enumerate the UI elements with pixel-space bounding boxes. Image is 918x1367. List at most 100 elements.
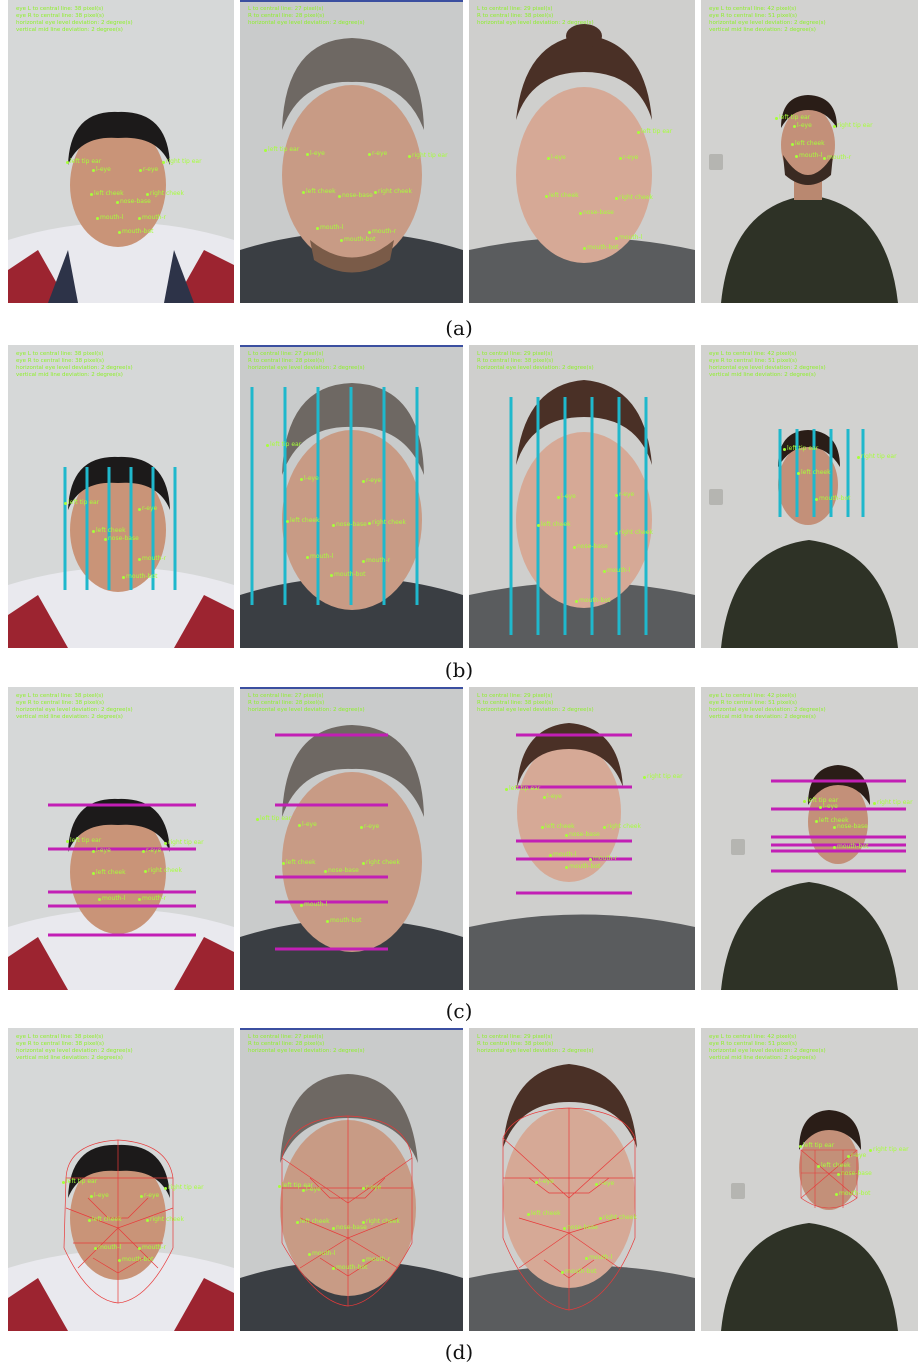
landmark-label: mouth-r xyxy=(372,228,397,235)
measurement-overlay: L to central line: 27 pixel(s) R to cent… xyxy=(248,6,365,26)
landmark-dot xyxy=(615,532,618,535)
landmark-dot xyxy=(92,872,95,875)
landmark-dot xyxy=(90,193,93,196)
landmark-label: left cheek xyxy=(94,190,124,197)
landmark-label: r-eye xyxy=(366,477,382,484)
landmark-dot xyxy=(563,1227,566,1230)
landmark-dot xyxy=(146,1219,149,1222)
landmark-dot xyxy=(799,1145,802,1148)
landmark-dot xyxy=(579,212,582,215)
caption-d: (d) xyxy=(444,1340,474,1364)
photo-panel-b1: eye L to central line: 38 pixel(s) eye R… xyxy=(8,345,234,648)
landmark-dot xyxy=(116,201,119,204)
landmark-dot xyxy=(164,1187,167,1190)
landmark-label: left cheek xyxy=(306,188,336,195)
landmark-label: left cheek xyxy=(541,521,571,528)
landmark-label: mouth-bot xyxy=(344,236,376,243)
landmark-label: l-eye xyxy=(304,475,319,482)
measurement-overlay: eye L to central line: 38 pixel(s) eye R… xyxy=(16,6,133,33)
landmark-label: mouth-bot xyxy=(122,228,154,235)
landmark-label: mouth-r xyxy=(366,557,391,564)
landmark-dot xyxy=(589,858,592,861)
landmark-label: left tip ear xyxy=(509,785,541,792)
landmark-dot xyxy=(332,1227,335,1230)
measurement-overlay: L to central line: 29 pixel(s) R to cent… xyxy=(477,351,594,371)
face-photo xyxy=(240,1028,463,1331)
photo-panel-a3: L to central line: 29 pixel(s) R to cent… xyxy=(469,0,695,303)
landmark-label: left tip ear xyxy=(779,114,811,121)
photo-panel-c4: eye L to central line: 42 pixel(s) eye R… xyxy=(701,687,918,990)
landmark-dot xyxy=(164,842,167,845)
landmark-label: left tip ear xyxy=(268,146,300,153)
measurement-overlay: L to central line: 29 pixel(s) R to cent… xyxy=(477,6,594,26)
landmark-dot xyxy=(62,1181,65,1184)
landmark-dot xyxy=(575,600,578,603)
landmark-dot xyxy=(527,1213,530,1216)
landmark-dot xyxy=(340,239,343,242)
landmark-label: l-eye xyxy=(94,1192,109,1199)
photo-panel-d2: L to central line: 27 pixel(s) R to cent… xyxy=(240,1028,463,1331)
landmark-dot xyxy=(362,560,365,563)
landmark-dot xyxy=(815,498,818,501)
landmark-label: l-eye xyxy=(302,821,317,828)
landmark-dot xyxy=(833,846,836,849)
landmark-dot xyxy=(873,802,876,805)
photo-panel-b2: L to central line: 27 pixel(s) R to cent… xyxy=(240,345,463,648)
landmark-label: right cheek xyxy=(619,529,653,536)
landmark-label: nose-base xyxy=(837,823,868,830)
landmark-label: right tip ear xyxy=(168,1184,204,1191)
photo-panel-a1: eye L to central line: 38 pixel(s) eye R… xyxy=(8,0,234,303)
landmark-dot xyxy=(138,1247,141,1250)
landmark-label: nose-base xyxy=(577,543,608,550)
landmark-dot xyxy=(368,522,371,525)
landmark-label: right tip ear xyxy=(647,773,683,780)
landmark-label: r-eye xyxy=(372,150,388,157)
landmark-label: left tip ear xyxy=(70,837,102,844)
face-photo xyxy=(469,687,695,990)
landmark-label: mouth-r xyxy=(142,555,167,562)
landmark-dot xyxy=(619,157,622,160)
landmark-label: l-eye xyxy=(96,166,111,173)
landmark-label: mouth-bot xyxy=(569,863,601,870)
landmark-label: l-eye xyxy=(96,847,111,854)
landmark-dot xyxy=(362,480,365,483)
caption-c: (c) xyxy=(445,999,473,1023)
landmark-dot xyxy=(837,1173,840,1176)
photo-panel-a2: L to central line: 27 pixel(s) R to cent… xyxy=(240,0,463,303)
landmark-label: l-eye xyxy=(823,803,838,810)
landmark-dot xyxy=(296,1221,299,1224)
landmark-label: mouth-l xyxy=(304,901,328,908)
landmark-dot xyxy=(306,153,309,156)
landmark-label: left cheek xyxy=(795,140,825,147)
landmark-label: r-eye xyxy=(146,847,162,854)
landmark-label: left cheek xyxy=(300,1218,330,1225)
landmark-dot xyxy=(599,1217,602,1220)
landmark-dot xyxy=(282,862,285,865)
landmark-label: left cheek xyxy=(92,1216,122,1223)
landmark-dot xyxy=(142,850,145,853)
landmark-dot xyxy=(869,1149,872,1152)
landmark-dot xyxy=(256,818,259,821)
landmark-dot xyxy=(286,520,289,523)
landmark-dot xyxy=(615,237,618,240)
photo-panel-c2: L to central line: 27 pixel(s) R to cent… xyxy=(240,687,463,990)
landmark-label: l-eye xyxy=(539,1178,554,1185)
landmark-dot xyxy=(66,161,69,164)
landmark-dot xyxy=(803,800,806,803)
landmark-label: l-eye xyxy=(561,493,576,500)
landmark-label: right tip ear xyxy=(168,839,204,846)
face-photo xyxy=(701,345,918,648)
landmark-label: nose-base xyxy=(569,831,600,838)
landmark-dot xyxy=(144,870,147,873)
landmark-dot xyxy=(637,131,640,134)
landmark-label: left tip ear xyxy=(787,445,819,452)
landmark-dot xyxy=(264,149,267,152)
landmark-label: mouth-l xyxy=(799,152,823,159)
landmark-label: l-eye xyxy=(310,150,325,157)
landmark-label: right cheek xyxy=(150,1216,184,1223)
measurement-overlay: L to central line: 27 pixel(s) R to cent… xyxy=(248,693,365,713)
landmark-dot xyxy=(545,195,548,198)
landmark-label: right cheek xyxy=(366,1218,400,1225)
landmark-label: right cheek xyxy=(619,194,653,201)
caption-a: (a) xyxy=(445,316,473,340)
